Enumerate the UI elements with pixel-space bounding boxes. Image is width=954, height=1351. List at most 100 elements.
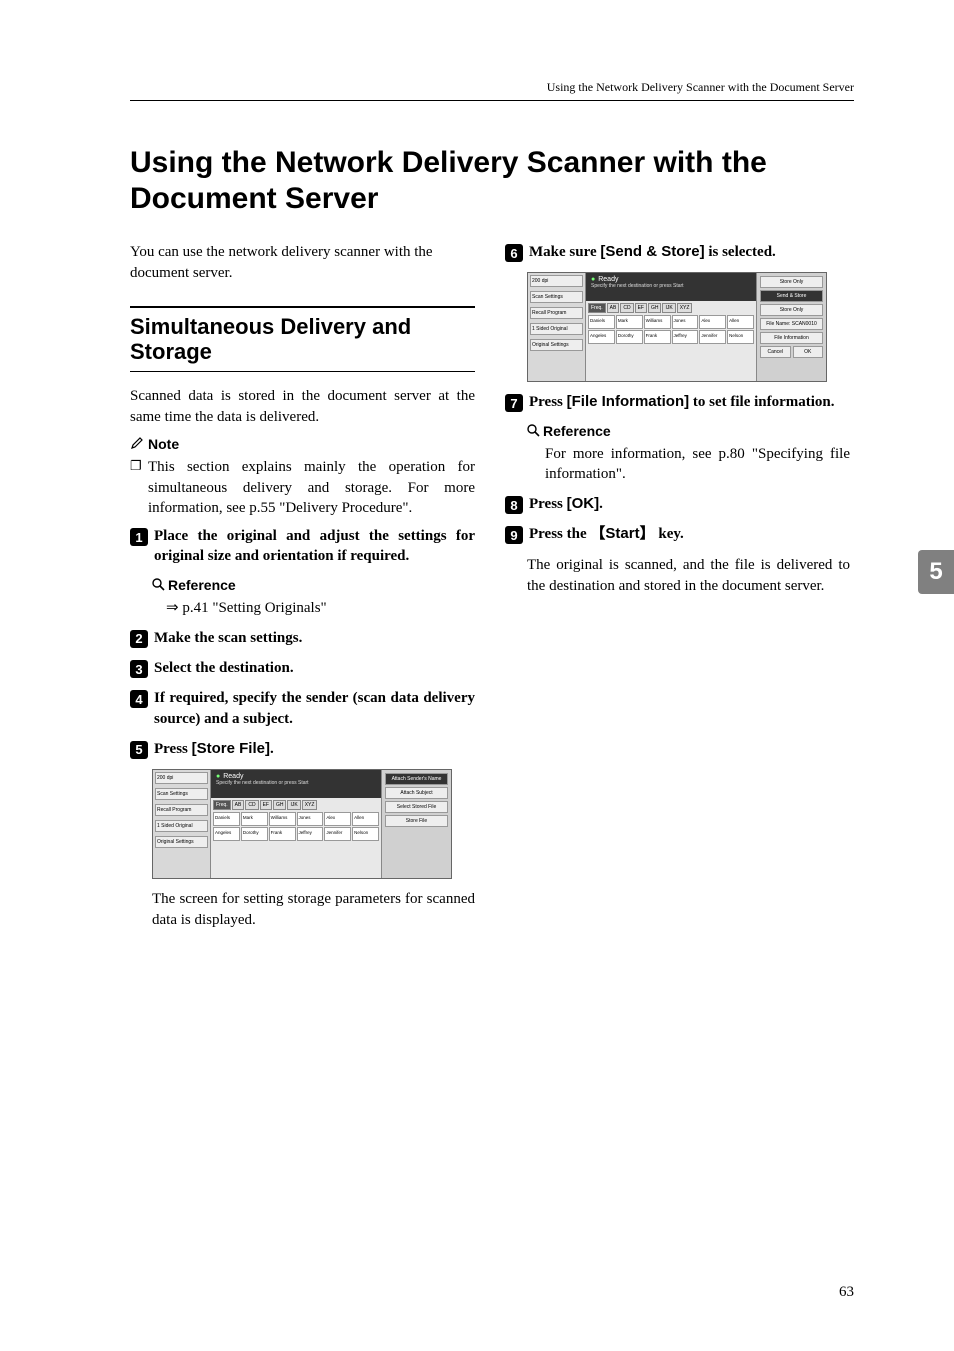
- ss1-contact[interactable]: Mark: [241, 812, 268, 826]
- note-heading: Note: [130, 436, 475, 454]
- step-9-pre: Press the: [529, 526, 590, 542]
- left-column: You can use the network delivery scanner…: [130, 242, 475, 943]
- ss2-right-info: File Name: SCAN0010: [760, 318, 823, 330]
- ss1-body: Freq. AB CD EF GH IJK XYZ Daniels Mark W…: [211, 798, 381, 878]
- ss1-contact[interactable]: Allen: [352, 812, 379, 826]
- note-label: Note: [148, 436, 179, 452]
- ss1-contact[interactable]: Angeles: [213, 827, 240, 841]
- step-1-reference: p.41 "Setting Originals": [166, 598, 475, 618]
- step-number-icon: 4: [130, 690, 148, 708]
- ss2-tab[interactable]: EF: [635, 303, 647, 313]
- ss1-contact[interactable]: Williams: [269, 812, 296, 826]
- step-number-icon: 1: [130, 528, 148, 546]
- ss1-right-btn[interactable]: Select Stored File: [385, 801, 448, 813]
- store-file-button-label: [Store File]: [192, 740, 270, 757]
- ss2-right-panel: Store Only Send & Store Store Only File …: [756, 273, 826, 381]
- ss2-ok-btn[interactable]: OK: [793, 346, 824, 358]
- ss2-sidebar: 200 dpi Scan Settings Recall Program 1 S…: [528, 273, 586, 381]
- magnifier-icon: [152, 578, 165, 595]
- ss1-contacts-grid: Daniels Mark Williams Jones Alex Allen A…: [213, 812, 379, 841]
- step-number-icon: 5: [130, 741, 148, 759]
- ss1-right-panel: Attach Sender's Name Attach Subject Sele…: [381, 770, 451, 878]
- ss2-right-btn[interactable]: Store Only: [760, 276, 823, 288]
- step-number-icon: 8: [505, 496, 523, 514]
- ss2-contact[interactable]: Alex: [699, 315, 726, 329]
- ss2-contact[interactable]: Nelson: [727, 330, 754, 344]
- step-6: 6 Make sure [Send & Store] is selected.: [505, 242, 850, 262]
- ss1-contact[interactable]: Alex: [324, 812, 351, 826]
- scanner-ui-screenshot-2: 200 dpi Scan Settings Recall Program 1 S…: [527, 272, 827, 382]
- ss1-contact[interactable]: Jennifer: [324, 827, 351, 841]
- ss2-contact[interactable]: Allen: [727, 315, 754, 329]
- ss1-contact[interactable]: Dorothy: [241, 827, 268, 841]
- ss1-tab[interactable]: GH: [273, 800, 287, 810]
- ss2-tab[interactable]: XYZ: [677, 303, 693, 313]
- ss2-contact[interactable]: Dorothy: [616, 330, 643, 344]
- ss2-contact[interactable]: Jennifer: [699, 330, 726, 344]
- ss1-sb-item[interactable]: 1 Sided Original: [155, 820, 208, 832]
- ss2-file-info-btn[interactable]: File Information: [760, 332, 823, 344]
- ss2-contact[interactable]: Daniels: [588, 315, 615, 329]
- step-5-post: .: [270, 741, 274, 757]
- ss2-tab[interactable]: CD: [620, 303, 633, 313]
- ss2-contact[interactable]: Jeffrey: [672, 330, 699, 344]
- ss1-sb-item[interactable]: Recall Program: [155, 804, 208, 816]
- step-6-post: is selected.: [705, 244, 776, 260]
- ss1-alpha-tabs: Freq. AB CD EF GH IJK XYZ: [213, 800, 379, 810]
- ss2-right-btn[interactable]: Store Only: [760, 304, 823, 316]
- ss1-sb-item[interactable]: Original Settings: [155, 836, 208, 848]
- ss1-contact[interactable]: Jeffrey: [297, 827, 324, 841]
- ss2-send-store-btn[interactable]: Send & Store: [760, 290, 823, 302]
- ss2-contact[interactable]: Jones: [672, 315, 699, 329]
- step-3: 3 Select the destination.: [130, 658, 475, 678]
- ss2-sb-item[interactable]: Original Settings: [530, 339, 583, 351]
- step-number-icon: 9: [505, 526, 523, 544]
- page-number: 63: [839, 1284, 854, 1301]
- ss1-contact[interactable]: Frank: [269, 827, 296, 841]
- step-5-pre: Press: [154, 741, 192, 757]
- ss2-contact[interactable]: Mark: [616, 315, 643, 329]
- ss1-sb-item[interactable]: 200 dpi: [155, 772, 208, 784]
- step-5-after-text: The screen for setting storage parameter…: [152, 889, 475, 931]
- ss2-sb-item[interactable]: Recall Program: [530, 307, 583, 319]
- header-rule: [130, 100, 854, 101]
- ss1-right-btn[interactable]: Store File: [385, 815, 448, 827]
- scanner-ui-screenshot-1: 200 dpi Scan Settings Recall Program 1 S…: [152, 769, 452, 879]
- ss1-right-btn[interactable]: Attach Sender's Name: [385, 773, 448, 785]
- right-column: 6 Make sure [Send & Store] is selected. …: [505, 242, 850, 943]
- ss2-sb-item[interactable]: 1 Sided Original: [530, 323, 583, 335]
- step-7-text: Press [File Information] to set file inf…: [529, 392, 850, 412]
- ss1-tab[interactable]: CD: [245, 800, 258, 810]
- ss2-contact[interactable]: Angeles: [588, 330, 615, 344]
- ss1-contact[interactable]: Nelson: [352, 827, 379, 841]
- ss2-contact[interactable]: Williams: [644, 315, 671, 329]
- ss1-tab[interactable]: XYZ: [302, 800, 318, 810]
- step-1-text: Place the original and adjust the settin…: [154, 526, 475, 567]
- ss2-tab[interactable]: GH: [648, 303, 662, 313]
- ss1-contact[interactable]: Daniels: [213, 812, 240, 826]
- ss1-tab[interactable]: IJK: [287, 800, 300, 810]
- ss1-tab[interactable]: EF: [260, 800, 272, 810]
- ss1-ready-status: Ready: [216, 773, 243, 780]
- ss2-tab[interactable]: AB: [607, 303, 620, 313]
- ss2-cancel-btn[interactable]: Cancel: [760, 346, 791, 358]
- step-9-text: Press the Start key.: [529, 524, 850, 544]
- step-8-text: Press [OK].: [529, 494, 850, 514]
- file-information-button-label: [File Information]: [567, 393, 690, 410]
- ss1-tab[interactable]: Freq.: [213, 800, 231, 810]
- ss2-tab[interactable]: IJK: [662, 303, 675, 313]
- step-9-post: key.: [655, 526, 684, 542]
- ss2-tab[interactable]: Freq.: [588, 303, 606, 313]
- ss1-sb-item[interactable]: Scan Settings: [155, 788, 208, 800]
- ss2-sb-item[interactable]: Scan Settings: [530, 291, 583, 303]
- ss2-contact[interactable]: Frank: [644, 330, 671, 344]
- intro-text: You can use the network delivery scanner…: [130, 242, 470, 284]
- ss1-contact[interactable]: Jones: [297, 812, 324, 826]
- ss1-tab[interactable]: AB: [232, 800, 245, 810]
- step-2: 2 Make the scan settings.: [130, 628, 475, 648]
- step-number-icon: 6: [505, 244, 523, 262]
- magnifier-icon: [527, 424, 540, 441]
- step-1: 1 Place the original and adjust the sett…: [130, 526, 475, 567]
- ss1-right-btn[interactable]: Attach Subject: [385, 787, 448, 799]
- ss2-sb-item[interactable]: 200 dpi: [530, 275, 583, 287]
